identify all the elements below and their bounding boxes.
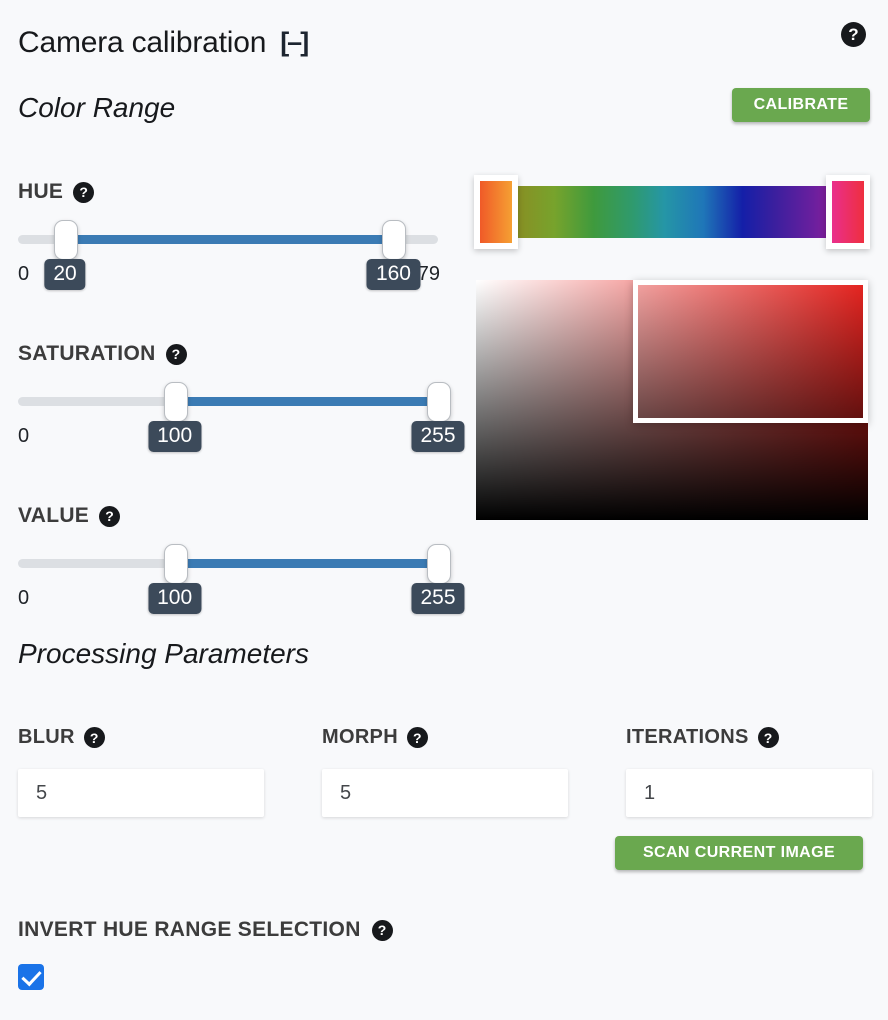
hue-range-handle-right[interactable] xyxy=(826,175,870,249)
value-slider-track-wrap[interactable] xyxy=(18,544,451,584)
invert-help-icon[interactable]: ? xyxy=(371,919,393,941)
slider-group-value: VALUE ? 0 100 255 xyxy=(18,504,465,617)
hue-range-handle-left[interactable] xyxy=(474,175,518,249)
field-morph: MORPH ? xyxy=(322,726,568,817)
value-value-bubble-high: 255 xyxy=(411,583,465,614)
slider-label-saturation-text: SATURATION xyxy=(18,342,156,365)
calibrate-button[interactable]: CALIBRATE xyxy=(732,88,870,122)
slider-label-saturation: SATURATION ? xyxy=(18,342,438,366)
value-value-bubble-low: 100 xyxy=(148,583,202,614)
hue-value-bubble-low: 20 xyxy=(44,259,86,290)
saturation-value-bubble-high: 255 xyxy=(411,421,465,452)
value-slider-fill xyxy=(174,559,438,568)
section-title-processing: Processing Parameters xyxy=(18,638,310,669)
sv-selection-fill xyxy=(638,285,863,418)
scan-current-image-button[interactable]: SCAN CURRENT IMAGE xyxy=(615,836,863,870)
saturation-help-icon[interactable]: ? xyxy=(165,343,187,365)
hue-scale-min: 0 xyxy=(18,263,30,285)
hue-slider-fill xyxy=(65,235,394,244)
hue-range-strip[interactable] xyxy=(474,175,870,249)
invert-hue-range-checkbox[interactable] xyxy=(18,964,44,990)
invert-hue-range-group: INVERT HUE RANGE SELECTION ? xyxy=(18,918,393,990)
slider-group-saturation: SATURATION ? 0 100 255 xyxy=(18,342,465,455)
slider-label-hue: HUE ? xyxy=(18,180,438,204)
hue-help-icon[interactable]: ? xyxy=(73,181,95,203)
page-title: Camera calibration [–] xyxy=(18,26,309,60)
field-label-iterations: ITERATIONS ? xyxy=(626,726,872,749)
field-label-blur: BLUR ? xyxy=(18,726,264,749)
value-slider-knob-high[interactable] xyxy=(427,544,451,584)
value-scale-row: 0 100 255 xyxy=(18,583,465,617)
iterations-input[interactable] xyxy=(626,769,872,817)
hue-value-bubble-high: 160 xyxy=(366,259,420,290)
hue-swatch-left xyxy=(480,181,512,243)
invert-hue-range-label: INVERT HUE RANGE SELECTION ? xyxy=(18,918,393,942)
slider-label-value-text: VALUE xyxy=(18,504,90,527)
saturation-slider-knob-low[interactable] xyxy=(163,382,188,422)
field-iterations: ITERATIONS ? xyxy=(626,726,872,817)
field-label-iterations-text: ITERATIONS xyxy=(626,726,749,748)
field-label-morph-text: MORPH xyxy=(322,726,398,748)
slider-group-hue: HUE ? 0 179 20 160 xyxy=(18,180,440,293)
iterations-help-icon[interactable]: ? xyxy=(757,727,779,748)
field-label-morph: MORPH ? xyxy=(322,726,568,749)
saturation-slider-knob-high[interactable] xyxy=(427,382,451,422)
saturation-slider-fill xyxy=(174,397,438,406)
collapse-panel-icon[interactable]: [–] xyxy=(280,28,309,56)
value-scale-min: 0 xyxy=(18,587,30,609)
blur-help-icon[interactable]: ? xyxy=(83,727,105,748)
camera-calibration-panel: Camera calibration [–] ? Color Range CAL… xyxy=(0,0,888,1020)
field-blur: BLUR ? xyxy=(18,726,264,817)
blur-input[interactable] xyxy=(18,769,264,817)
sv-selection-rect[interactable] xyxy=(633,280,868,423)
hue-slider-knob-low[interactable] xyxy=(54,220,79,260)
hue-gradient xyxy=(476,186,868,238)
slider-label-hue-text: HUE xyxy=(18,180,64,203)
field-label-blur-text: BLUR xyxy=(18,726,75,748)
page-title-text: Camera calibration xyxy=(18,26,267,59)
saturation-value-bubble-low: 100 xyxy=(148,421,202,452)
saturation-scale-min: 0 xyxy=(18,425,30,447)
panel-help-icon[interactable]: ? xyxy=(841,22,866,47)
morph-help-icon[interactable]: ? xyxy=(406,727,428,748)
hue-slider-track-wrap[interactable] xyxy=(18,220,438,260)
morph-input[interactable] xyxy=(322,769,568,817)
saturation-slider-track-wrap[interactable] xyxy=(18,382,451,422)
saturation-scale-row: 0 100 255 xyxy=(18,421,465,455)
section-title-color-range: Color Range xyxy=(18,92,176,123)
value-help-icon[interactable]: ? xyxy=(99,505,121,527)
hue-slider-knob-high[interactable] xyxy=(382,220,407,260)
hue-swatch-right xyxy=(832,181,864,243)
invert-hue-range-label-text: INVERT HUE RANGE SELECTION xyxy=(18,918,361,941)
hue-scale-row: 0 179 20 160 xyxy=(18,259,440,293)
value-slider-knob-low[interactable] xyxy=(163,544,188,584)
slider-label-value: VALUE ? xyxy=(18,504,438,528)
